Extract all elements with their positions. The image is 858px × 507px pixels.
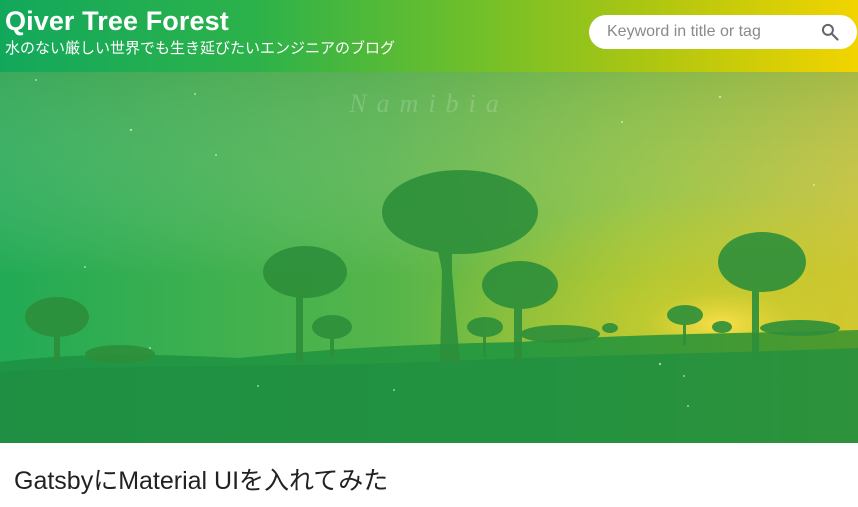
hero-image: Namibia <box>0 72 858 443</box>
hero-watermark-text: Namibia <box>349 89 509 118</box>
search-icon[interactable] <box>820 22 840 42</box>
quiver-tree-landscape-image <box>0 72 858 443</box>
site-subtitle: 水のない厳しい世界でも生き延びたいエンジニアのブログ <box>5 40 396 57</box>
site-header: Qiver Tree Forest 水のない厳しい世界でも生き延びたいエンジニア… <box>0 0 858 72</box>
search-input[interactable] <box>607 15 807 49</box>
site-title[interactable]: Qiver Tree Forest <box>5 5 229 37</box>
post-title[interactable]: GatsbyにMaterial UIを入れてみた <box>14 464 388 498</box>
search-box[interactable] <box>589 15 857 49</box>
